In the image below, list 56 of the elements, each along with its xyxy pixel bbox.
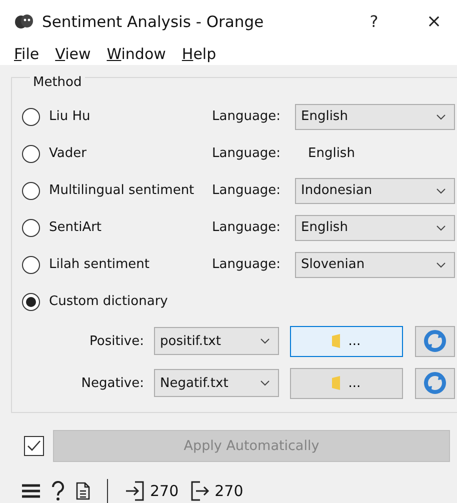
document-icon[interactable]: [76, 482, 90, 500]
language-label: Language:: [212, 257, 282, 272]
input-count: 270: [150, 482, 179, 500]
folder-icon: [332, 376, 340, 390]
radio-button[interactable]: [22, 182, 40, 200]
method-label: Liu Hu: [49, 109, 92, 124]
language-dropdown[interactable]: Indonesian: [295, 178, 455, 204]
radio-button[interactable]: [22, 292, 40, 310]
radio-button[interactable]: [22, 144, 40, 162]
chevron-icon: [260, 338, 270, 344]
reload-button[interactable]: [415, 326, 455, 356]
dictionary-label: Negative:: [80, 376, 145, 390]
method-label: Custom dictionary: [49, 294, 169, 309]
file-dropdown[interactable]: Negatif.txt: [154, 369, 279, 397]
checkmark-icon: [27, 440, 41, 452]
chevron-icon: [436, 262, 446, 268]
language-label: Language:: [212, 146, 282, 161]
browse-button[interactable]: ...: [290, 326, 403, 356]
help-button[interactable]: ?: [351, 0, 397, 43]
chevron-icon: [436, 224, 446, 230]
menu-item[interactable]: View: [49, 45, 97, 63]
help-icon[interactable]: [51, 481, 65, 501]
output-count: 270: [214, 482, 244, 500]
method-label: SentiArt: [49, 220, 103, 235]
menu-icon[interactable]: [22, 484, 40, 498]
input-icon: [125, 481, 145, 501]
dictionary-label: Positive:: [88, 334, 145, 348]
language-dropdown[interactable]: Slovenian: [295, 252, 455, 278]
radio-button[interactable]: [22, 256, 40, 274]
close-button[interactable]: ×: [411, 0, 457, 43]
method-label: Vader: [49, 146, 88, 161]
radio-button[interactable]: [22, 108, 40, 126]
language-label: Language:: [212, 220, 282, 235]
refresh-icon: [424, 372, 446, 394]
reload-button[interactable]: [415, 368, 455, 398]
method-label: Multilingual sentiment: [49, 183, 196, 198]
method-label: Lilah sentiment: [49, 257, 151, 272]
menu-item[interactable]: Window: [100, 45, 172, 63]
language-label: Language:: [212, 109, 282, 124]
language-value: English: [308, 146, 355, 161]
language-dropdown[interactable]: English: [295, 214, 455, 240]
masks-icon: [14, 14, 34, 30]
menu-item[interactable]: File: [8, 45, 46, 63]
language-label: Language:: [212, 183, 282, 198]
folder-icon: [332, 334, 340, 348]
menu-item[interactable]: Help: [176, 45, 222, 63]
chevron-icon: [260, 380, 270, 386]
browse-button[interactable]: ...: [290, 368, 403, 398]
chevron-icon: [436, 114, 446, 120]
window-title: Sentiment Analysis - Orange: [42, 12, 265, 30]
refresh-icon: [424, 330, 446, 352]
file-dropdown[interactable]: positif.txt: [154, 327, 279, 355]
radio-button[interactable]: [22, 218, 40, 236]
output-icon: [190, 481, 210, 501]
chevron-icon: [436, 188, 446, 194]
language-dropdown[interactable]: English: [295, 104, 455, 130]
